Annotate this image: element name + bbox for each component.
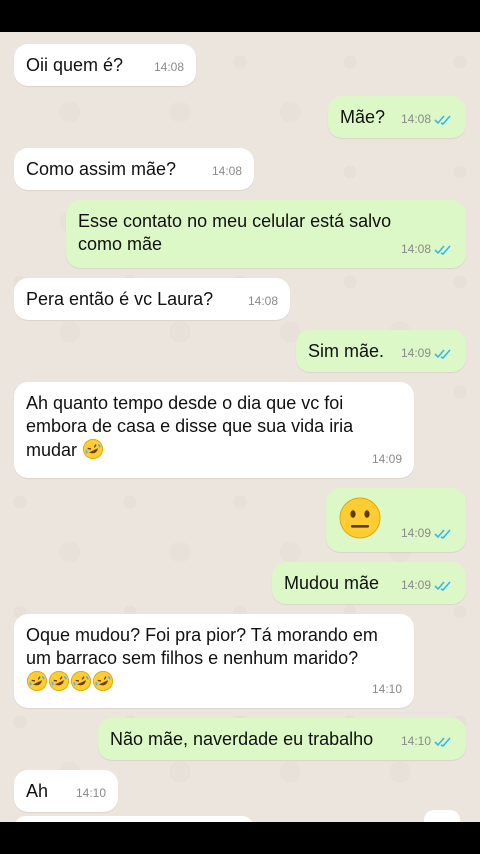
- message-incoming[interactable]: Ah 14:10: [14, 770, 118, 812]
- message-timestamp: 14:10: [75, 786, 106, 800]
- message-incoming[interactable]: Pera então é vc Laura? 14:08: [14, 278, 290, 320]
- emoji-row: [26, 670, 402, 694]
- message-meta: 14:09: [401, 522, 454, 545]
- message-timestamp: 14:08: [400, 112, 431, 126]
- message-timestamp: 14:08: [153, 60, 184, 74]
- message-incoming[interactable]: Ah quanto tempo desde o dia que vc foi e…: [14, 382, 414, 478]
- message-text: Mãe?: [340, 107, 386, 127]
- message-text: Como assim mãe?: [26, 159, 177, 179]
- message-text: Sim mãe.: [308, 341, 385, 361]
- message-meta: 14:10: [401, 730, 454, 753]
- message-text-line: embora de casa e disse que sua vida iria: [26, 416, 354, 436]
- message-incoming[interactable]: Oii quem é? 14:08: [14, 44, 196, 86]
- message-text-line: Oque mudou? Foi pra pior? Tá morando em: [26, 625, 378, 645]
- message-text: Mudou mãe: [284, 573, 380, 593]
- message-meta: 14:09: [401, 574, 454, 597]
- message-text: Pera então é vc Laura?: [26, 289, 214, 309]
- message-text: Ah: [26, 781, 49, 801]
- cut-off-message: [424, 810, 460, 822]
- message-timestamp: 14:09: [400, 346, 431, 360]
- bottom-black-bar: [0, 822, 480, 854]
- top-black-bar: [0, 0, 480, 32]
- rofl-emoji-icon: [92, 670, 114, 692]
- message-outgoing[interactable]: Mudou mãe 14:09: [272, 562, 466, 604]
- message-timestamp: 14:10: [400, 734, 431, 748]
- read-ticks-icon: [434, 736, 451, 747]
- message-outgoing[interactable]: Sim mãe. 14:09: [296, 330, 466, 372]
- message-meta: 14:09: [401, 342, 454, 365]
- message-meta: 14:08: [401, 238, 454, 261]
- message-timestamp: 14:10: [371, 682, 402, 696]
- read-ticks-icon: [434, 528, 451, 539]
- rofl-emoji-icon: [48, 670, 70, 692]
- message-text: Oii quem é?: [26, 55, 124, 75]
- read-ticks-icon: [434, 348, 451, 359]
- read-ticks-icon: [434, 580, 451, 591]
- message-outgoing[interactable]: Não mãe, naverdade eu trabalho 14:10: [98, 718, 466, 760]
- rofl-emoji-icon: [82, 438, 104, 460]
- message-meta: 14:08: [401, 108, 454, 131]
- message-timestamp: 14:08: [211, 164, 242, 178]
- message-outgoing[interactable]: Mãe? 14:08: [328, 96, 466, 138]
- message-timestamp: 14:09: [371, 452, 402, 466]
- message-incoming[interactable]: Como assim mãe? 14:08: [14, 148, 254, 190]
- message-text-line: Ah quanto tempo desde o dia que vc foi: [26, 393, 344, 413]
- rofl-emoji-icon: [26, 670, 48, 692]
- message-timestamp: 14:08: [400, 242, 431, 256]
- message-incoming[interactable]: Oque mudou? Foi pra pior? Tá morando em …: [14, 614, 414, 708]
- message-text-line: mudar: [26, 440, 78, 460]
- message-timestamp: 14:09: [400, 578, 431, 592]
- message-text: Não mãe, naverdade eu trabalho: [110, 729, 374, 749]
- message-text-line: como mãe: [78, 234, 163, 254]
- chat-area[interactable]: Oii quem é? 14:08 Mãe? 14:08 Como assim …: [0, 32, 480, 822]
- message-text-line: um barraco sem filhos e nenhum marido?: [26, 648, 359, 668]
- message-outgoing[interactable]: Esse contato no meu celular está salvo c…: [66, 200, 466, 268]
- message-outgoing[interactable]: 14:09: [326, 488, 466, 552]
- message-timestamp: 14:09: [400, 526, 431, 540]
- message-text-line: Esse contato no meu celular está salvo: [78, 211, 392, 231]
- read-ticks-icon: [434, 114, 451, 125]
- rofl-emoji-icon: [70, 670, 92, 692]
- read-ticks-icon: [434, 244, 451, 255]
- neutral-face-emoji-icon: [339, 497, 381, 539]
- message-timestamp: 14:08: [247, 294, 278, 308]
